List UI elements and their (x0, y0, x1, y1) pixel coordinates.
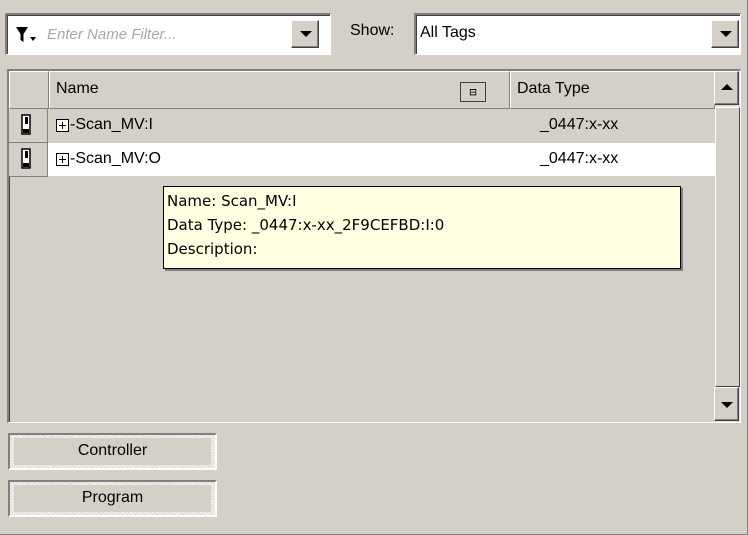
show-dropdown-button[interactable] (711, 20, 739, 48)
tag-name: -Scan_MV:I (70, 116, 153, 133)
table-row[interactable]: -Scan_MV:I _0447:x-xx (9, 109, 715, 143)
table-row[interactable]: -Scan_MV:O _0447:x-xx (9, 143, 715, 177)
tag-icon (21, 148, 31, 169)
scroll-up-button[interactable] (714, 71, 739, 105)
tooltip-description: Description: (167, 240, 258, 258)
grid-header: Name ⊟ Data Type (9, 71, 715, 109)
tag-data-type: _0447:x-xx (540, 116, 619, 133)
chevron-up-icon (721, 84, 733, 90)
chevron-down-icon (300, 31, 312, 37)
tooltip-name: Name: Scan_MV:I (167, 192, 297, 210)
show-label: Show: (350, 22, 395, 39)
column-header-data-type[interactable]: Data Type (510, 71, 715, 109)
row-selector[interactable] (9, 143, 48, 177)
name-cell: -Scan_MV:O (48, 143, 509, 177)
column-chooser-icon[interactable]: ⊟ (460, 82, 486, 102)
tag-icon (21, 114, 31, 135)
funnel-icon[interactable] (15, 25, 41, 45)
show-selected-value: All Tags (420, 24, 476, 41)
filter-dropdown-button[interactable] (291, 20, 319, 48)
name-filter-input[interactable] (47, 21, 287, 47)
tab-program-label: Program (14, 485, 211, 512)
name-filter-combo[interactable] (5, 13, 331, 55)
scrollbar-thumb[interactable] (715, 107, 740, 387)
type-cell: _0447:x-xx (509, 143, 715, 177)
name-cell: -Scan_MV:I (48, 109, 509, 143)
row-selector-header (9, 71, 49, 109)
tab-controller[interactable]: Controller (8, 433, 217, 470)
show-select[interactable]: All Tags (414, 13, 741, 55)
chevron-down-icon (720, 31, 732, 37)
type-cell: _0447:x-xx (509, 109, 715, 143)
column-header-name-label: Name (56, 80, 99, 97)
tag-tooltip: Name: Scan_MV:I Data Type: _0447:x-xx_2F… (163, 186, 681, 269)
chevron-down-icon (721, 402, 733, 408)
expand-icon[interactable] (56, 153, 69, 166)
tab-controller-label: Controller (14, 438, 211, 465)
vertical-scrollbar[interactable] (714, 71, 740, 422)
column-header-name[interactable]: Name ⊟ (49, 71, 510, 109)
column-header-data-type-label: Data Type (517, 80, 590, 97)
row-selector[interactable] (9, 109, 48, 143)
tab-program[interactable]: Program (8, 480, 217, 517)
tag-name: -Scan_MV:O (70, 150, 161, 167)
tag-browser-window: Show: All Tags Name ⊟ Data Type (0, 0, 748, 535)
scroll-down-button[interactable] (714, 387, 739, 421)
tag-data-type: _0447:x-xx (540, 150, 619, 167)
expand-icon[interactable] (56, 119, 69, 132)
tooltip-data-type: Data Type: _0447:x-xx_2F9CEFBD:I:0 (167, 216, 445, 234)
